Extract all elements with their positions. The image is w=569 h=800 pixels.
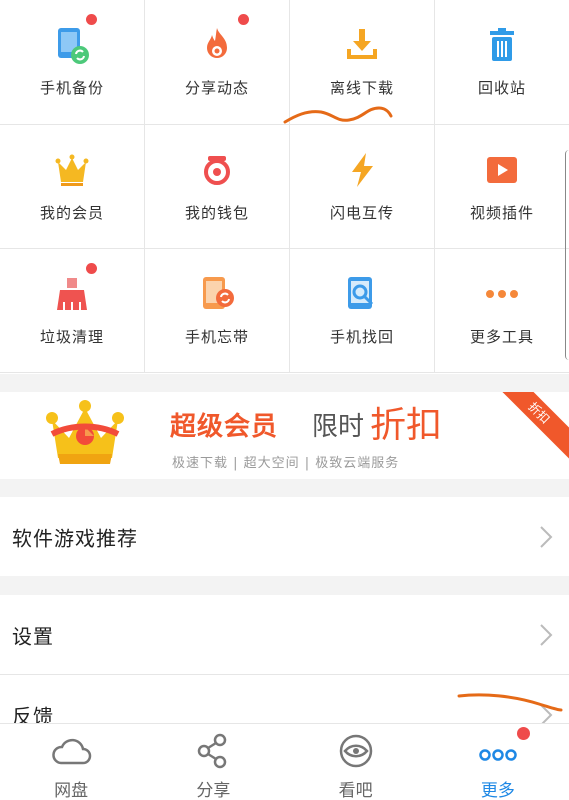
section-gap: [0, 479, 569, 497]
broom-icon: [57, 278, 87, 310]
tool-find-phone[interactable]: 手机找回: [290, 249, 435, 372]
tab-kanba[interactable]: 看吧: [285, 724, 427, 800]
tool-label: 分享动态: [184, 79, 249, 97]
menu-row-label: 软件游戏推荐: [12, 526, 138, 550]
tab-label: 看吧: [338, 781, 373, 800]
tool-junk-cleanup[interactable]: 垃圾清理: [0, 249, 145, 372]
chevron-right-icon: [540, 704, 553, 723]
menu-row-label: 设置: [12, 624, 54, 648]
menu-row-recommend[interactable]: 软件游戏推荐: [0, 497, 569, 576]
chevron-right-icon: [540, 525, 553, 548]
cloud-icon: [52, 738, 92, 765]
discount-ribbon: 折扣: [488, 392, 569, 464]
tool-row: 垃圾清理 手机忘带 手机找回 更多工具: [0, 249, 569, 373]
video-play-icon: [487, 157, 517, 183]
more-dots-icon: [486, 290, 518, 298]
tool-label: 手机找回: [329, 328, 394, 346]
banner-title: 超级会员: [170, 412, 279, 442]
tool-more-tools[interactable]: 更多工具: [435, 249, 569, 372]
tool-label: 我的会员: [39, 204, 104, 222]
banner-promo-emphasis: 折扣: [370, 405, 443, 446]
tool-offline-download[interactable]: 离线下载: [290, 0, 435, 124]
crown-icon: [55, 154, 89, 186]
tab-netdisk[interactable]: 网盘: [0, 724, 142, 800]
tool-video-plugin[interactable]: 视频插件: [435, 125, 569, 248]
tool-label: 手机忘带: [184, 328, 249, 346]
tab-label: 网盘: [54, 781, 89, 800]
notification-badge: [517, 727, 530, 740]
download-tray-icon: [347, 29, 377, 59]
phone-sync-icon: [203, 277, 234, 309]
badge-dot: [86, 14, 97, 25]
tool-label: 视频插件: [469, 204, 534, 222]
tab-share[interactable]: 分享: [142, 724, 284, 800]
flame-icon: [207, 28, 227, 58]
bottom-tab-bar: 网盘 分享 看吧 更多: [0, 723, 569, 800]
super-member-banner[interactable]: 超级会员 限时 折扣 极速下载 | 超大空间 | 极致云端服务 折扣: [0, 392, 569, 479]
tool-label: 我的钱包: [184, 204, 249, 222]
eye-icon: [339, 734, 372, 768]
crown-icon: [46, 400, 124, 464]
badge-dot: [86, 263, 97, 274]
tool-my-membership[interactable]: 我的会员: [0, 125, 145, 248]
tool-label: 垃圾清理: [39, 328, 104, 346]
tool-label: 离线下载: [329, 79, 394, 97]
tool-grid: 手机备份 分享动态 离线下载 回收站 我的会员 我的钱包 闪电互传 视频插件 垃…: [0, 0, 569, 374]
more-dots-icon: [479, 749, 517, 761]
tool-row: 我的会员 我的钱包 闪电互传 视频插件: [0, 125, 569, 249]
lightning-icon: [352, 153, 373, 187]
tab-label: 更多: [480, 781, 515, 800]
wallet-icon: [204, 156, 230, 185]
section-gap: [0, 576, 569, 595]
menu-row-label: 反馈: [12, 704, 54, 724]
phone-backup-icon: [58, 28, 89, 64]
tool-flash-transfer[interactable]: 闪电互传: [290, 125, 435, 248]
menu-row-feedback[interactable]: 反馈: [0, 675, 569, 723]
menu-row-settings[interactable]: 设置: [0, 595, 569, 674]
tool-label: 手机备份: [39, 79, 104, 97]
share-icon: [198, 733, 227, 769]
tab-label: 分享: [196, 781, 231, 800]
trash-icon: [490, 28, 514, 61]
chevron-right-icon: [540, 623, 553, 646]
tab-more[interactable]: 更多: [427, 724, 569, 800]
tool-my-wallet[interactable]: 我的钱包: [145, 125, 290, 248]
banner-subtitle: 极速下载 | 超大空间 | 极致云端服务: [172, 456, 400, 471]
tool-label: 更多工具: [469, 328, 534, 346]
tool-recycle-bin[interactable]: 回收站: [435, 0, 569, 124]
side-frame: [565, 150, 569, 360]
tool-label: 闪电互传: [329, 204, 394, 222]
tool-share-feed[interactable]: 分享动态: [145, 0, 290, 124]
tool-forgot-phone[interactable]: 手机忘带: [145, 249, 290, 372]
tool-label: 回收站: [477, 79, 526, 97]
phone-search-icon: [348, 277, 374, 309]
badge-dot: [238, 14, 249, 25]
section-gap: [0, 374, 569, 392]
banner-promo-prefix: 限时: [312, 412, 365, 442]
tool-row: 手机备份 分享动态 离线下载 回收站: [0, 0, 569, 125]
tool-phone-backup[interactable]: 手机备份: [0, 0, 145, 124]
